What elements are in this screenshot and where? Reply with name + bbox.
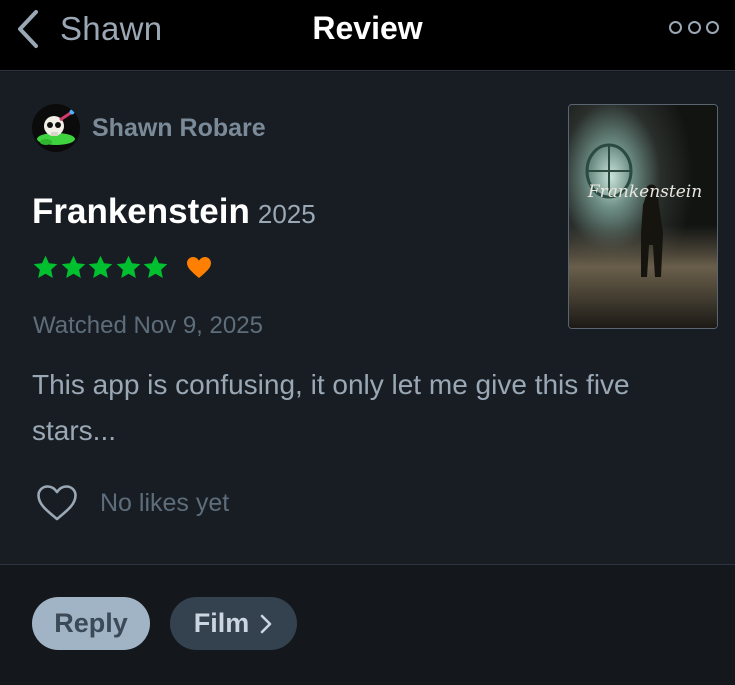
more-icon <box>669 20 682 34</box>
review-author[interactable]: Shawn Robare <box>32 104 266 152</box>
film-button[interactable]: Film <box>170 597 297 650</box>
more-options-button[interactable] <box>669 18 719 36</box>
divider <box>0 564 735 565</box>
top-navigation-bar: Shawn Review <box>0 0 735 71</box>
more-icon <box>687 20 701 34</box>
star-icon <box>116 255 140 278</box>
more-icon <box>706 20 719 34</box>
film-year[interactable]: 2025 <box>258 199 316 230</box>
film-label: Film <box>193 608 250 638</box>
star-icon <box>88 255 113 278</box>
heart-outline-icon[interactable] <box>36 484 78 522</box>
chevron-right-icon <box>260 614 272 633</box>
rating-row <box>32 254 212 281</box>
review-body: This app is confusing, it only let me gi… <box>32 369 630 446</box>
poster-title: Frankenstein <box>587 182 702 202</box>
star-icon <box>143 255 168 278</box>
page-title: Review <box>312 10 423 46</box>
avatar <box>32 104 80 152</box>
star-rating <box>32 254 170 281</box>
film-title[interactable]: Frankenstein <box>32 192 250 232</box>
watched-date: Watched Nov 9, 2025 <box>33 312 263 339</box>
likes-count: No likes yet <box>100 488 230 517</box>
star-icon <box>61 255 85 278</box>
reply-label: Reply <box>54 608 128 638</box>
reply-button[interactable]: Reply <box>32 597 150 650</box>
review-content: Shawn Robare Frankenstein 2025 Watched N… <box>0 72 735 564</box>
heart-icon <box>186 256 211 278</box>
star-icon <box>33 255 58 278</box>
film-poster[interactable]: Frankenstein <box>568 104 718 329</box>
film-heading: Frankenstein 2025 <box>32 192 316 232</box>
author-name: Shawn Robare <box>92 113 266 142</box>
likes-row: No likes yet <box>36 484 229 522</box>
